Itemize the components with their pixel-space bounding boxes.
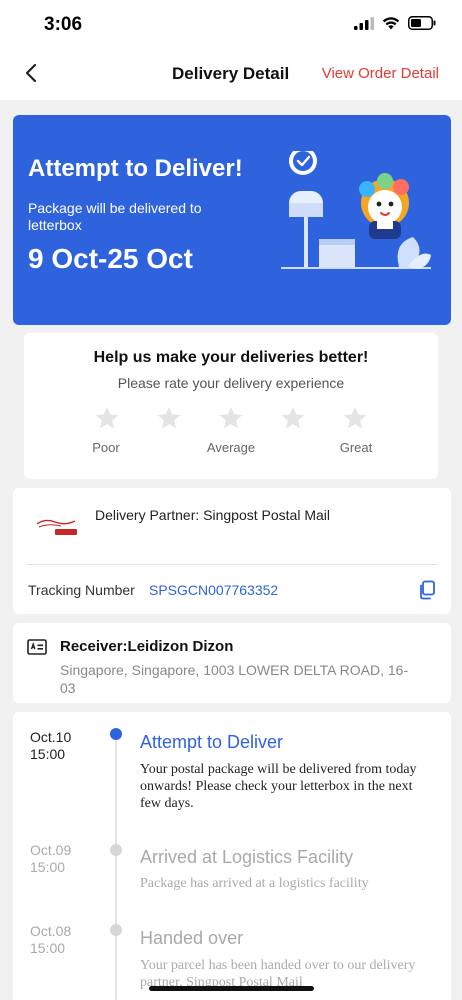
rating-label-poor: Poor [92, 440, 120, 455]
page-title: Delivery Detail [172, 64, 290, 83]
timeline-dot-active [110, 728, 122, 740]
timeline-date: Oct.08 15:00 [30, 923, 71, 957]
rating-star-2[interactable] [156, 405, 182, 431]
star-icon [95, 406, 119, 429]
chevron-left-icon [25, 63, 37, 83]
rating-title: Help us make your deliveries better! [93, 349, 369, 366]
nav-bar: Delivery Detail View Order Detail [0, 48, 462, 100]
rating-subtitle: Please rate your delivery experience [117, 375, 345, 391]
timeline-date-day: Oct.09 [30, 842, 72, 858]
status-bar: 3:06 [0, 0, 462, 48]
receiver-name: Receiver:Leidizon Dizon [60, 638, 234, 655]
star-icon [157, 406, 181, 429]
timeline-date-time: 15:00 [30, 746, 66, 762]
delivery-status-banner: Attempt to Deliver! Package will be deli… [13, 115, 451, 325]
timeline-line [115, 738, 117, 1000]
star-icon [343, 406, 367, 429]
rating-card: Help us make your deliveries better! Ple… [24, 333, 438, 479]
tracking-number-value[interactable]: SPSGCN007763352 [149, 582, 278, 598]
tracking-number-label: Tracking Number [28, 582, 135, 598]
star-icon [281, 406, 305, 429]
rating-label-great: Great [339, 440, 373, 455]
singpost-logo [36, 519, 77, 535]
letterbox-mascot-illustration [281, 151, 431, 269]
back-button[interactable] [18, 60, 44, 86]
delivery-status-title: Attempt to Deliver! [28, 155, 243, 182]
wifi-icon [382, 16, 400, 29]
timeline-event-description: Package has arrived at a logistics facil… [140, 876, 369, 891]
timeline-date-day: Oct.10 [30, 729, 72, 745]
star-icon [219, 406, 243, 429]
rating-star-5[interactable] [342, 405, 368, 431]
copy-icon[interactable] [418, 580, 436, 600]
delivery-date-range: 9 Oct-25 Oct [28, 243, 193, 274]
contact-card-icon [27, 639, 47, 655]
timeline-dot [110, 924, 122, 936]
receiver-address: Singapore, Singapore, 1003 LOWER DELTA R… [60, 662, 409, 696]
timeline-date-time: 15:00 [30, 940, 66, 956]
status-time: 3:06 [44, 14, 83, 35]
timeline-event-description: Your postal package will be delivered fr… [140, 762, 417, 811]
home-indicator[interactable] [149, 986, 314, 991]
timeline-dot [110, 844, 122, 856]
rating-star-1[interactable] [94, 405, 120, 431]
battery-icon [408, 16, 436, 30]
rating-star-3[interactable] [218, 405, 244, 431]
timeline-date: Oct.10 15:00 [30, 729, 71, 763]
rating-star-4[interactable] [280, 405, 306, 431]
rating-label-average: Average [206, 440, 256, 455]
delivery-partner-label: Delivery Partner: Singpost Postal Mail [95, 507, 330, 523]
tracking-timeline: Oct.10 15:00 Attempt to Deliver Your pos… [13, 712, 451, 1000]
timeline-event-title: Arrived at Logistics Facility [140, 847, 354, 867]
timeline-date-day: Oct.08 [30, 923, 72, 939]
delivery-status-subtitle: Package will be delivered to letterbox [28, 200, 202, 233]
timeline-event-title: Handed over [140, 928, 244, 948]
status-icons [354, 16, 436, 30]
view-order-detail-link[interactable]: View Order Detail [322, 65, 439, 82]
receiver-card: Receiver:Leidizon Dizon Singapore, Singa… [13, 623, 451, 703]
delivery-partner-card: Delivery Partner: Singpost Postal Mail T… [13, 488, 451, 614]
timeline-date-time: 15:00 [30, 859, 66, 875]
signal-icon [354, 16, 374, 30]
timeline-date: Oct.09 15:00 [30, 842, 71, 876]
timeline-event-title: Attempt to Deliver [140, 732, 284, 752]
divider [27, 564, 437, 565]
